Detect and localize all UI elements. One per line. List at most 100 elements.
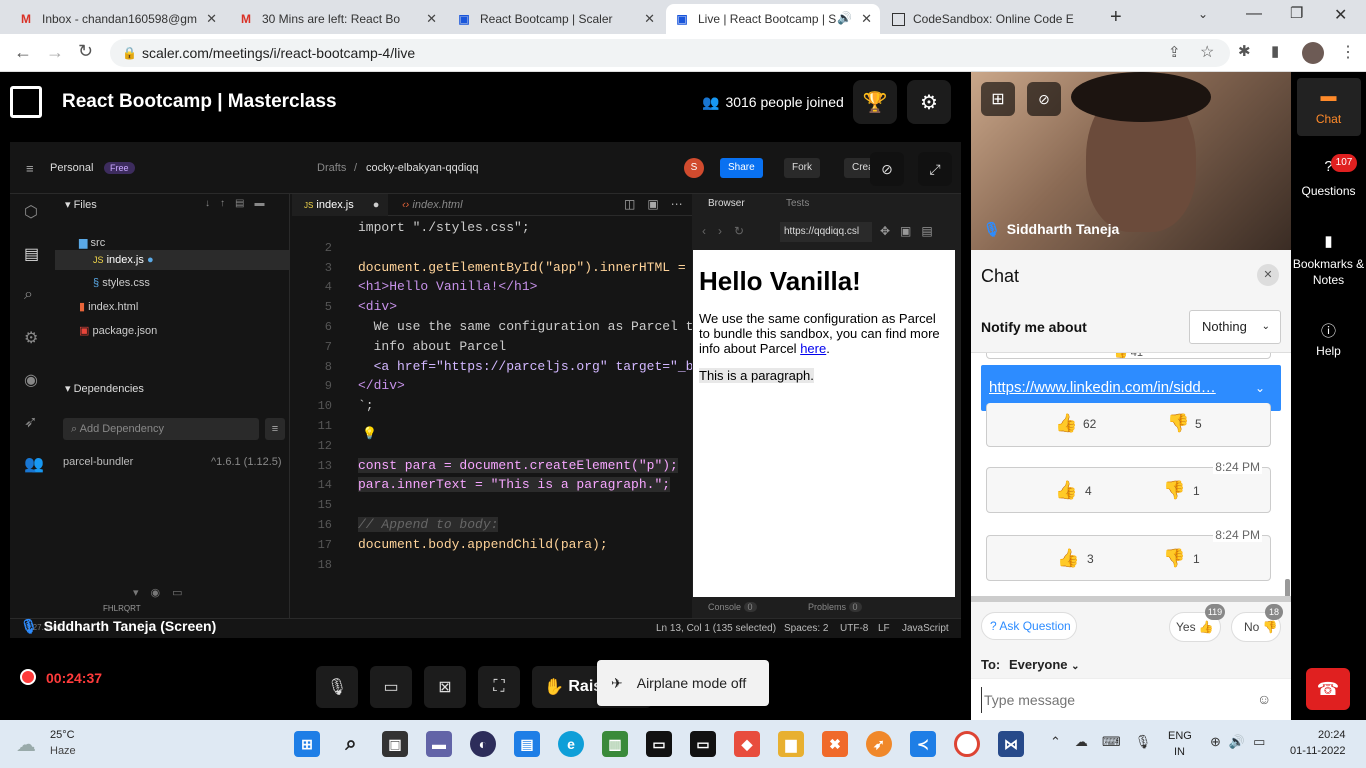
thumbs-up-icon[interactable]: 👍 bbox=[1055, 413, 1077, 434]
settings-button[interactable]: ⚙ bbox=[907, 80, 951, 124]
windows-start-icon[interactable]: ⊞ bbox=[294, 731, 320, 757]
console-tab[interactable]: Console 0 bbox=[708, 602, 757, 612]
preview-link[interactable]: here bbox=[800, 341, 826, 356]
extensions-icon[interactable]: ✱ bbox=[1238, 42, 1251, 60]
terminal-icon[interactable]: ▭ bbox=[646, 731, 672, 757]
file-icon[interactable]: ▤ bbox=[24, 244, 39, 264]
avatar[interactable]: S bbox=[684, 158, 704, 178]
file-index-html[interactable]: ▮ index.html bbox=[79, 300, 138, 313]
tab-gmail-reminder[interactable]: M 30 Mins are left: React Bo ✕ bbox=[230, 4, 445, 34]
ask-question-button[interactable]: ? Ask Question bbox=[981, 612, 1077, 640]
cursor-position[interactable]: Ln 13, Col 1 (135 selected) bbox=[656, 623, 776, 634]
task-view-icon[interactable]: ▣ bbox=[382, 731, 408, 757]
eol-setting[interactable]: LF bbox=[878, 623, 890, 634]
preview-url-input[interactable]: https://qqdiqq.csl bbox=[780, 222, 872, 242]
close-icon[interactable]: ✕ bbox=[861, 11, 872, 27]
side-panel-icon[interactable]: ▮ bbox=[1271, 42, 1279, 60]
hamburger-icon[interactable]: ≡ bbox=[26, 161, 34, 176]
recipient-select[interactable]: Everyone ⌄ bbox=[1009, 657, 1080, 672]
project-name[interactable]: cocky-elbakyan-qqdiqq bbox=[366, 162, 479, 174]
edge-icon[interactable]: e bbox=[558, 731, 584, 757]
clock-date[interactable]: 01-11-2022 bbox=[1290, 745, 1345, 757]
network-volume-battery-icons[interactable]: ⊕🔊▭ bbox=[1210, 734, 1273, 750]
workspace-name[interactable]: Personal bbox=[50, 162, 93, 174]
horizontal-scrollbar[interactable] bbox=[971, 596, 1291, 602]
linkedin-link[interactable]: https://www.linkedin.com/in/sidd… bbox=[989, 379, 1216, 396]
teams-chat-icon[interactable]: ▬ bbox=[426, 731, 452, 757]
lightbulb-icon[interactable]: 💡 bbox=[362, 426, 377, 440]
list-icon[interactable]: ≡ bbox=[265, 418, 285, 440]
sidebar-item-bookmarks[interactable]: ▮ Bookmarks & Notes bbox=[1291, 230, 1366, 290]
terminal-icon[interactable]: ▭ bbox=[690, 731, 716, 757]
star-icon[interactable]: ☆ bbox=[1200, 42, 1214, 62]
git-icon[interactable]: ◆ bbox=[734, 731, 760, 757]
fork-button[interactable]: Fork bbox=[784, 158, 820, 178]
problems-tab[interactable]: Problems 0 bbox=[808, 602, 862, 612]
thumbs-up-icon[interactable]: 👍 bbox=[1057, 548, 1079, 569]
users-icon[interactable]: 👥 bbox=[24, 454, 44, 474]
restore-button[interactable]: ❐ bbox=[1290, 4, 1303, 22]
camera-off-button[interactable]: ▭ bbox=[370, 666, 412, 708]
profile-avatar[interactable] bbox=[1302, 42, 1324, 64]
github-icon[interactable]: ◉ bbox=[24, 370, 38, 390]
close-icon[interactable]: ✕ bbox=[426, 11, 437, 27]
vscode-icon[interactable]: ≺ bbox=[910, 731, 936, 757]
speaker-icon[interactable]: 🔊 bbox=[837, 11, 852, 25]
close-icon[interactable]: ✕ bbox=[644, 11, 655, 27]
sidebar-item-questions[interactable]: ? 107 Questions bbox=[1291, 154, 1366, 204]
minimize-button[interactable]: — bbox=[1246, 5, 1262, 23]
back-arrow-icon[interactable]: ← bbox=[14, 42, 32, 63]
chart-app-icon[interactable]: ▥ bbox=[602, 731, 628, 757]
file-explorer-icon[interactable]: ▆ bbox=[778, 731, 804, 757]
rocket-icon[interactable]: ➶ bbox=[24, 412, 37, 432]
reload-icon[interactable]: ↻ bbox=[78, 41, 93, 62]
thumbs-down-icon[interactable]: 👎 bbox=[1167, 413, 1189, 434]
grid-view-button[interactable]: ⊞ bbox=[981, 82, 1015, 116]
tab-live-react-bootcamp[interactable]: ▣ Live | React Bootcamp | S 🔊 ✕ bbox=[666, 4, 880, 34]
fullscreen-icon[interactable]: ⤢ bbox=[918, 152, 952, 186]
region-indicator[interactable]: IN bbox=[1174, 746, 1185, 758]
tab-gmail-inbox[interactable]: M Inbox - chandan160598@gm ✕ bbox=[10, 4, 225, 34]
editor-actions[interactable]: ◫▣⋯ bbox=[624, 197, 695, 211]
postman-icon[interactable]: ➶ bbox=[866, 731, 892, 757]
tab-codesandbox[interactable]: CodeSandbox: Online Code E bbox=[884, 4, 1099, 34]
thumbs-down-icon[interactable]: 👎 bbox=[1163, 480, 1185, 501]
notify-select[interactable]: Nothing ⌄ bbox=[1189, 310, 1281, 344]
thumbs-down-icon[interactable]: 👎 bbox=[1163, 548, 1185, 569]
message-input[interactable] bbox=[981, 687, 1251, 713]
wireshark-icon[interactable]: ⋈ bbox=[998, 731, 1024, 757]
system-tray-icons[interactable]: ⌃☁⌨🎙 bbox=[1050, 734, 1165, 750]
forward-arrow-icon[interactable]: → bbox=[46, 42, 64, 63]
encoding-setting[interactable]: UTF-8 bbox=[840, 623, 868, 634]
share-button[interactable]: Share bbox=[720, 158, 763, 178]
dependency-name[interactable]: parcel-bundler bbox=[63, 456, 133, 468]
search-icon[interactable]: ⌕ bbox=[24, 286, 33, 304]
weather-desc[interactable]: Haze bbox=[50, 745, 76, 757]
search-icon[interactable]: ⌕ bbox=[338, 731, 364, 757]
share-icon[interactable]: ⇪ bbox=[1168, 43, 1181, 61]
screen-share-off-button[interactable]: ⊠ bbox=[424, 666, 466, 708]
cube-icon[interactable]: ⬡ bbox=[24, 202, 38, 222]
emoji-icon[interactable]: ☺ bbox=[1257, 691, 1271, 707]
social-icons[interactable]: ▾◉▭ bbox=[133, 586, 195, 599]
dependencies-header[interactable]: ▾ Dependencies bbox=[65, 382, 144, 395]
preview-nav[interactable]: ‹›↻ bbox=[702, 224, 756, 238]
preview-tools[interactable]: ✥▣▤ bbox=[880, 224, 943, 238]
indent-setting[interactable]: Spaces: 2 bbox=[784, 623, 828, 634]
tab-react-bootcamp[interactable]: ▣ React Bootcamp | Scaler ✕ bbox=[448, 4, 663, 34]
add-dependency-input[interactable]: ⌕ Add Dependency bbox=[63, 418, 259, 440]
tab-tests[interactable]: Tests bbox=[786, 198, 809, 209]
address-input[interactable]: 🔒 scaler.com/meetings/i/react-bootcamp-4… bbox=[110, 39, 1230, 67]
new-tab-button[interactable]: + bbox=[1110, 6, 1122, 29]
tab-index-js[interactable]: JS index.js ● bbox=[292, 194, 388, 216]
notepad-icon[interactable]: ▤ bbox=[514, 731, 540, 757]
close-icon[interactable]: ✕ bbox=[206, 11, 217, 27]
chrome-icon[interactable] bbox=[954, 731, 980, 757]
tab-browser[interactable]: Browser bbox=[708, 198, 745, 209]
xampp-icon[interactable]: ✖ bbox=[822, 731, 848, 757]
chevron-down-icon[interactable]: ⌄ bbox=[1198, 7, 1208, 21]
end-call-button[interactable]: ☎ bbox=[1306, 668, 1350, 710]
language-indicator[interactable]: ENG bbox=[1168, 730, 1192, 742]
camera-off-icon[interactable]: ⊘ bbox=[870, 152, 904, 186]
sidebar-item-chat[interactable]: ▬ Chat bbox=[1297, 78, 1361, 136]
